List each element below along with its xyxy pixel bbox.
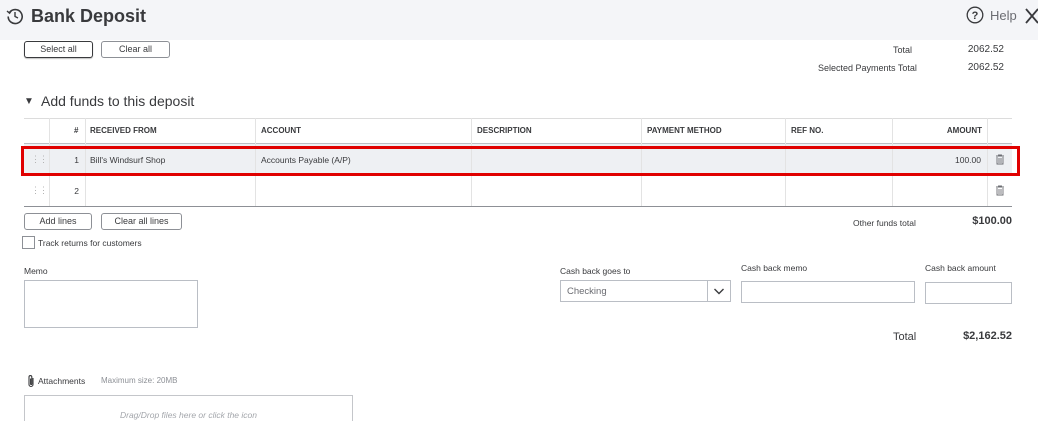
column-header-payment-method: PAYMENT METHOD [647, 126, 722, 135]
track-returns-label[interactable]: Track returns for customers [38, 238, 142, 248]
row-number: 2 [74, 186, 79, 196]
clear-all-button[interactable]: Clear all [101, 41, 170, 58]
other-funds-total-value: $100.00 [972, 215, 1012, 227]
trash-icon[interactable] [995, 185, 1005, 196]
memo-field[interactable] [24, 280, 198, 328]
row-highlight-box [21, 146, 1020, 176]
cash-back-account-value: Checking [567, 286, 607, 297]
column-header-num: # [74, 126, 79, 135]
help-icon[interactable]: ? [966, 6, 984, 24]
cash-back-memo-field[interactable] [741, 281, 915, 303]
cash-back-memo-label: Cash back memo [741, 263, 808, 273]
total-label: Total [893, 45, 913, 55]
total-value: 2062.52 [967, 44, 1004, 55]
cash-back-amount-label: Cash back amount [925, 263, 996, 273]
dialog-header: Bank Deposit ? Help [0, 0, 1038, 40]
recent-transactions-icon[interactable] [6, 7, 24, 25]
table-top-border [24, 118, 1012, 119]
svg-text:?: ? [972, 10, 979, 22]
selected-payments-total-label: Selected Payments Total [818, 63, 917, 73]
selected-payments-total-value: 2062.52 [967, 62, 1004, 73]
dropzone-text: Drag/Drop files here or click the icon [119, 410, 257, 420]
attachments-dropzone[interactable]: Drag/Drop files here or click the icon [24, 395, 353, 421]
column-header-amount: AMOUNT [946, 126, 982, 135]
paperclip-icon[interactable] [26, 374, 36, 388]
column-header-account: ACCOUNT [261, 126, 301, 135]
chevron-down-icon[interactable] [713, 286, 725, 296]
add-lines-button[interactable]: Add lines [24, 213, 92, 230]
cash-back-goes-to-label: Cash back goes to [560, 266, 631, 276]
column-header-received-from: RECEIVED FROM [90, 126, 157, 135]
help-label[interactable]: Help [990, 8, 1017, 23]
grand-total-label: Total [893, 331, 917, 343]
attachments-label[interactable]: Attachments [38, 376, 85, 386]
select-all-button[interactable]: Select all [24, 41, 93, 58]
other-funds-total-label: Other funds total [853, 218, 916, 228]
grand-total-value: $2,162.52 [963, 330, 1012, 342]
cash-back-amount-field[interactable] [925, 282, 1012, 304]
cash-back-account-select[interactable]: Checking [560, 280, 731, 302]
clear-all-lines-button[interactable]: Clear all lines [101, 213, 182, 230]
collapse-triangle-icon[interactable]: ▼ [24, 96, 34, 107]
page-title: Bank Deposit [31, 6, 147, 26]
header-divider [24, 143, 1012, 144]
section-title[interactable]: Add funds to this deposit [41, 93, 194, 109]
column-header-ref-no: REF NO. [791, 126, 824, 135]
drag-handle-icon[interactable]: ⋮⋮ [31, 185, 48, 196]
close-icon[interactable] [1024, 7, 1038, 25]
track-returns-checkbox[interactable] [22, 236, 35, 249]
memo-label: Memo [24, 266, 48, 276]
select-divider [707, 281, 708, 301]
column-header-description: DESCRIPTION [477, 126, 532, 135]
table-bottom-border [24, 206, 1012, 207]
attachments-max-size: Maximum size: 20MB [101, 376, 178, 385]
